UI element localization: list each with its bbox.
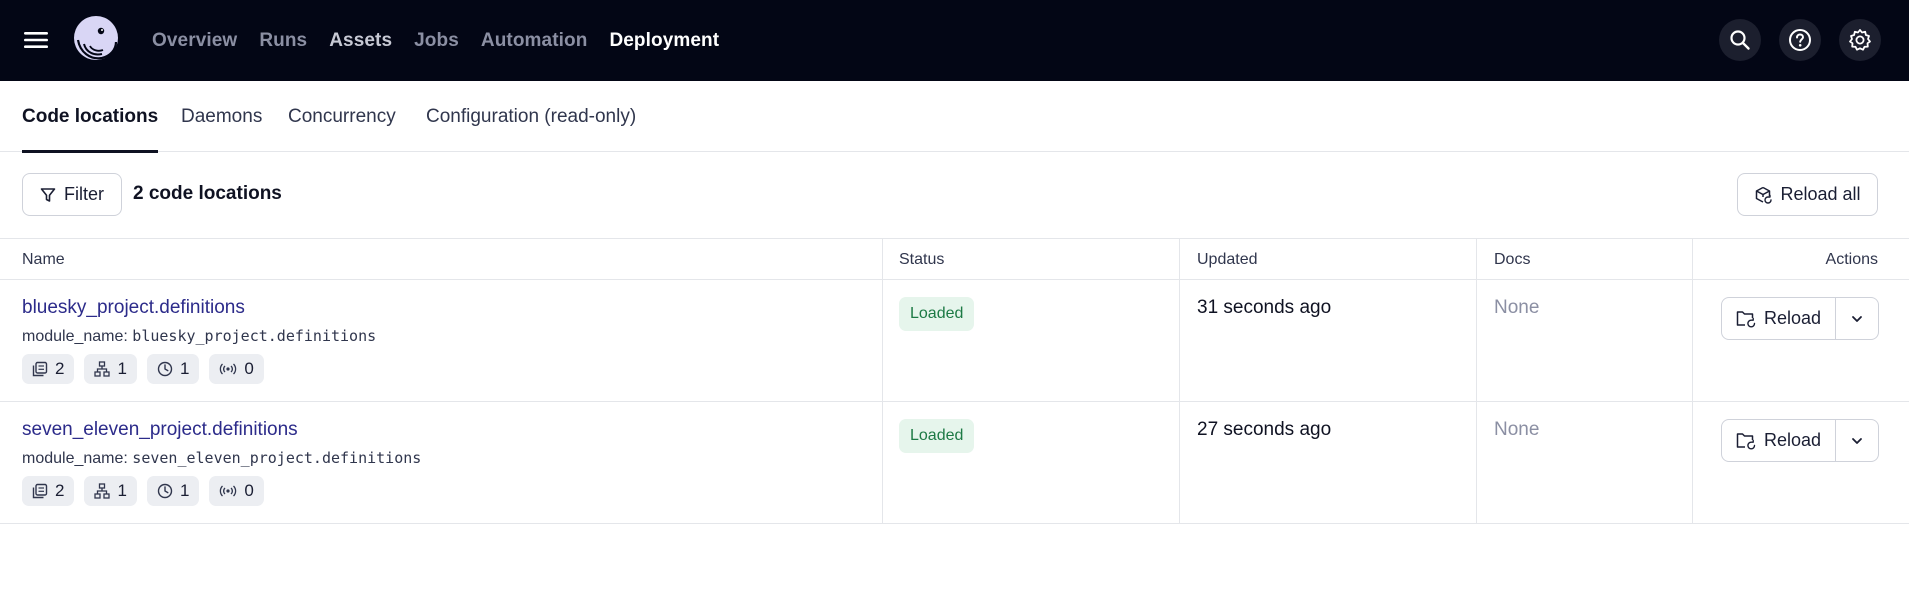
header-updated: Updated [1197,250,1258,268]
module-name-value: seven_eleven_project.definitions [132,449,422,467]
reload-all-button[interactable]: Reload all [1737,173,1878,216]
code-location-count: 2 code locations [133,183,282,204]
sensors-count-chip[interactable]: 0 [209,476,264,506]
table-row: bluesky_project.definitions module_name:… [0,280,1909,402]
nav-jobs[interactable]: Jobs [414,30,459,52]
reload-folder-icon [1736,310,1756,327]
location-counts: 2 1 1 0 [22,476,264,506]
filter-label: Filter [64,184,104,204]
reload-all-icon [1756,186,1773,204]
module-name-key: module_name: [22,450,128,467]
module-name: module_name: seven_eleven_project.defini… [22,449,421,468]
nav-deployment[interactable]: Deployment [609,30,719,52]
asset-icon [32,361,48,377]
deployment-tabs: Code locations Daemons Concurrency Confi… [0,81,1909,153]
chevron-down-icon [1852,437,1862,444]
docs-value: None [1494,419,1540,440]
code-locations-toolbar: Filter 2 code locations Reload all [0,152,1909,239]
reload-button-group: Reload [1721,419,1879,462]
reload-options-button[interactable] [1836,297,1879,340]
status-badge: Loaded [899,419,975,453]
sensor-icon [220,485,237,497]
header-actions: Actions [1825,250,1878,268]
top-actions [1719,19,1881,61]
updated-time: 31 seconds ago [1197,297,1332,318]
job-icon [94,483,111,499]
filter-icon [40,187,56,202]
reload-folder-icon [1736,432,1756,449]
assets-count-chip[interactable]: 2 [22,354,75,384]
module-name-value: bluesky_project.definitions [132,327,377,345]
assets-count-chip[interactable]: 2 [22,476,75,506]
reload-button-group: Reload [1721,297,1879,340]
reload-button[interactable]: Reload [1721,297,1836,340]
status-badge: Loaded [899,297,975,331]
nav-overview[interactable]: Overview [152,30,237,52]
chevron-down-icon [1852,315,1862,322]
dagster-logo-icon[interactable] [70,14,122,66]
nav-automation[interactable]: Automation [481,30,588,52]
menu-icon[interactable] [22,26,50,54]
clock-icon [157,361,173,377]
nav-runs[interactable]: Runs [259,30,307,52]
schedules-count-chip[interactable]: 1 [146,354,200,384]
nav-assets[interactable]: Assets [329,30,392,52]
reload-label: Reload [1763,430,1822,450]
tab-configuration[interactable]: Configuration (read-only) [426,81,636,152]
reload-button[interactable]: Reload [1721,419,1836,462]
jobs-count-chip[interactable]: 1 [84,476,137,506]
reload-label: Reload [1763,308,1822,328]
code-location-link[interactable]: bluesky_project.definitions [22,297,245,319]
header-name: Name [22,250,65,268]
sensor-icon [220,363,237,375]
jobs-count-chip[interactable]: 1 [84,354,137,384]
updated-time: 27 seconds ago [1197,419,1332,440]
code-location-link[interactable]: seven_eleven_project.definitions [22,419,298,441]
docs-value: None [1494,297,1540,318]
filter-button[interactable]: Filter [22,173,122,216]
header-status: Status [899,250,945,268]
reload-all-label: Reload all [1780,184,1861,204]
reload-options-button[interactable] [1836,419,1879,462]
tab-daemons[interactable]: Daemons [181,81,262,152]
help-icon[interactable] [1779,19,1821,61]
schedules-count-chip[interactable]: 1 [146,476,200,506]
module-name-key: module_name: [22,328,128,345]
search-icon[interactable] [1719,19,1761,61]
main-nav: Overview Runs Assets Jobs Automation Dep… [152,0,741,81]
header-docs: Docs [1494,250,1531,268]
table-row: seven_eleven_project.definitions module_… [0,402,1909,524]
top-navigation-bar: Overview Runs Assets Jobs Automation Dep… [0,0,1909,81]
table-header: Name Status Updated Docs Actions [0,239,1909,280]
tab-code-locations[interactable]: Code locations [22,81,159,153]
job-icon [94,361,111,377]
module-name: module_name: bluesky_project.definitions [22,327,376,346]
tab-concurrency[interactable]: Concurrency [288,81,396,152]
gear-icon[interactable] [1839,19,1881,61]
asset-icon [32,483,48,499]
clock-icon [157,483,173,499]
location-counts: 2 1 1 0 [22,354,264,384]
sensors-count-chip[interactable]: 0 [209,354,264,384]
